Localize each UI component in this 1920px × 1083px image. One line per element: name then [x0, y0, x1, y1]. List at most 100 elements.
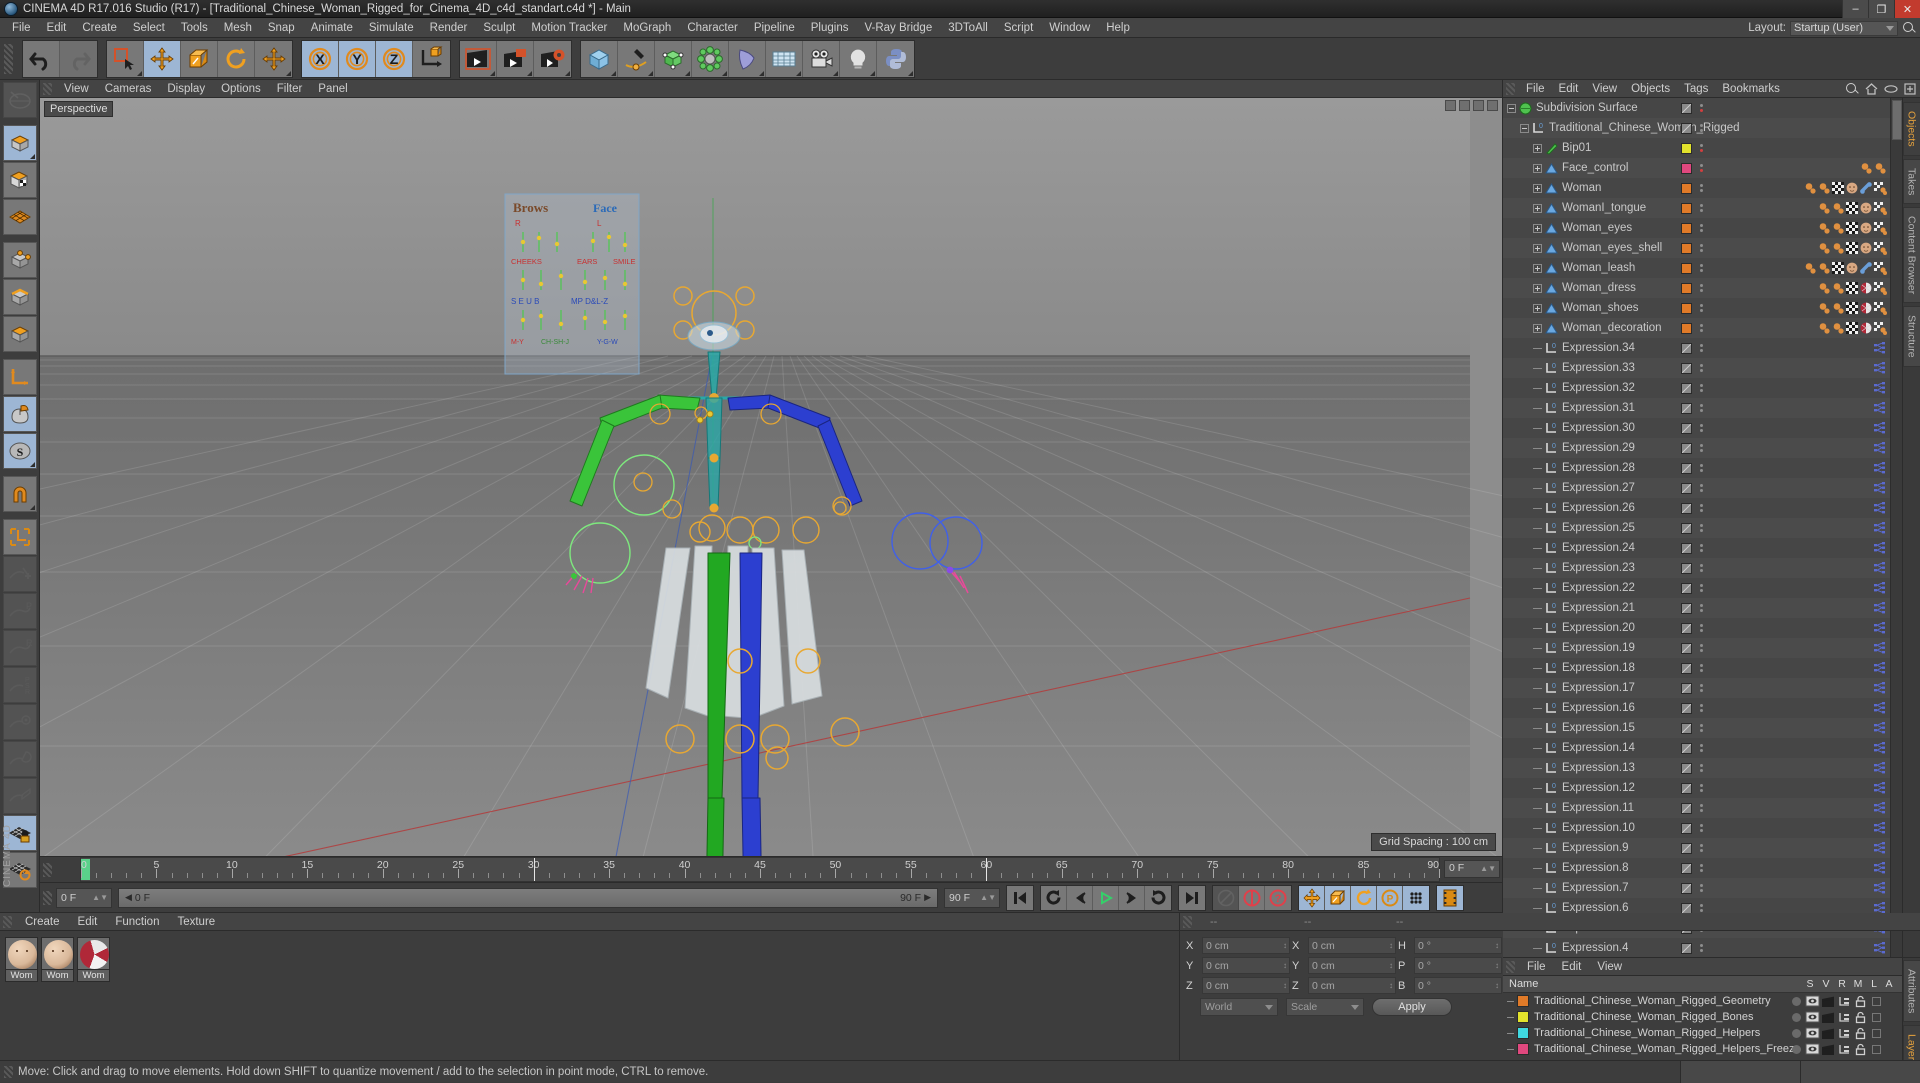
search-icon[interactable]: [1902, 21, 1916, 35]
minimize-button[interactable]: –: [1842, 0, 1868, 18]
go-to-start-button[interactable]: [1007, 886, 1033, 910]
bone-tag-icon[interactable]: [1860, 182, 1872, 194]
spinner-icon[interactable]: ▲▼: [1480, 864, 1496, 873]
points-mode-button[interactable]: [3, 242, 37, 278]
position-y-field[interactable]: 0 cm↕: [1202, 957, 1290, 974]
visibility-dots[interactable]: [1699, 938, 1704, 957]
animation-toggle[interactable]: [1868, 997, 1884, 1006]
redo-button[interactable]: [60, 41, 97, 77]
object-menu-tags[interactable]: Tags: [1677, 80, 1715, 98]
go-to-end-button[interactable]: [1179, 886, 1205, 910]
visibility-dots[interactable]: [1699, 158, 1704, 178]
object-row[interactable]: Woman_dress: [1503, 278, 1890, 298]
spinner-icon[interactable]: ↕: [1389, 941, 1393, 950]
object-row[interactable]: 0Expression.15: [1503, 718, 1890, 738]
xpresso-tag-icon[interactable]: [1874, 462, 1886, 474]
move-alt-button[interactable]: [255, 41, 292, 77]
sphere-tag-icon[interactable]: [1818, 202, 1830, 214]
skin-tag-icon[interactable]: [1846, 262, 1858, 274]
weight-tag-icon[interactable]: [1874, 282, 1886, 294]
layer-color-swatch[interactable]: [1681, 118, 1692, 138]
visibility-dots[interactable]: [1699, 718, 1704, 738]
transport-grip[interactable]: [43, 891, 52, 905]
visibility-dots[interactable]: [1699, 778, 1704, 798]
layer-row[interactable]: Traditional_Chinese_Woman_Rigged_Geometr…: [1503, 993, 1902, 1009]
record-active-objects-button[interactable]: [1239, 886, 1265, 910]
material-item[interactable]: Wom: [77, 937, 110, 982]
visibility-dots[interactable]: [1699, 318, 1704, 338]
viewport-move-icon[interactable]: [1445, 100, 1456, 111]
menu-item-animate[interactable]: Animate: [303, 18, 361, 38]
layer-color-swatch[interactable]: [1681, 298, 1692, 318]
menu-item-create[interactable]: Create: [74, 18, 125, 38]
object-row[interactable]: 0Expression.27: [1503, 478, 1890, 498]
object-row[interactable]: Face_control: [1503, 158, 1890, 178]
spinner-icon[interactable]: ↕: [1283, 981, 1287, 990]
object-tree-scrollbar[interactable]: [1890, 98, 1902, 957]
visibility-dots[interactable]: [1699, 338, 1704, 358]
xpresso-tag-icon[interactable]: [1874, 862, 1886, 874]
step-back-button[interactable]: [1067, 886, 1093, 910]
weight-tag-icon[interactable]: [1874, 242, 1886, 254]
spinner-icon[interactable]: ↕: [1495, 941, 1499, 950]
position-z-field[interactable]: 0 cm↕: [1202, 977, 1290, 994]
object-row[interactable]: Bip01: [1503, 138, 1890, 158]
xpresso-tag-icon[interactable]: [1874, 522, 1886, 534]
rotation-tool-button[interactable]: R: [3, 630, 37, 666]
menu-item-pipeline[interactable]: Pipeline: [746, 18, 803, 38]
visibility-dots[interactable]: [1699, 178, 1704, 198]
visibility-dots[interactable]: [1699, 678, 1704, 698]
menu-item-select[interactable]: Select: [125, 18, 173, 38]
spinner-icon[interactable]: ↕: [1389, 981, 1393, 990]
solo-toggle[interactable]: [1788, 1045, 1804, 1054]
sphere-tag-icon[interactable]: [1804, 262, 1816, 274]
window-controls[interactable]: – ❐ ✕: [1842, 0, 1920, 18]
visibility-dots[interactable]: [1699, 138, 1704, 158]
object-row[interactable]: 0Expression.20: [1503, 618, 1890, 638]
object-row[interactable]: 0Expression.30: [1503, 418, 1890, 438]
tree-expander[interactable]: [1533, 284, 1542, 293]
menu-item-snap[interactable]: Snap: [260, 18, 303, 38]
xpresso-tag-icon[interactable]: [1874, 502, 1886, 514]
visibility-dots[interactable]: [1699, 738, 1704, 758]
add-deformer-button[interactable]: [692, 41, 729, 77]
rotation-h-field[interactable]: 0 °↕: [1414, 937, 1502, 954]
tree-expander[interactable]: [1507, 104, 1516, 113]
skin-tag-icon[interactable]: [1860, 222, 1872, 234]
polygons-mode-button[interactable]: [3, 316, 37, 352]
viewport-menu-panel[interactable]: Panel: [310, 80, 355, 98]
layer-color-swatch[interactable]: [1681, 618, 1692, 638]
viewport-rotate-icon[interactable]: [1473, 100, 1484, 111]
xpresso-tag-icon[interactable]: [1874, 822, 1886, 834]
visibility-dots[interactable]: [1699, 498, 1704, 518]
close-button[interactable]: ✕: [1894, 0, 1920, 18]
layer-color-swatch[interactable]: [1681, 878, 1692, 898]
spinner-icon[interactable]: ↕: [1283, 941, 1287, 950]
xpresso-tag-icon[interactable]: [1874, 402, 1886, 414]
viewport-menu-grip[interactable]: [43, 83, 52, 95]
visibility-dots[interactable]: [1699, 98, 1704, 118]
object-row[interactable]: 0Expression.16: [1503, 698, 1890, 718]
enable-axis-modification-button[interactable]: [3, 396, 37, 432]
timeline-ruler[interactable]: 051015202530354045505560657075808590: [80, 857, 1440, 882]
menu-item-vray-bridge[interactable]: V-Ray Bridge: [856, 18, 940, 38]
preview-range-bar[interactable]: ◀ 0 F 90 F ▶: [118, 888, 938, 908]
manager-toggle[interactable]: [1836, 1028, 1852, 1039]
spinner-icon[interactable]: ↕: [1495, 981, 1499, 990]
material-item[interactable]: Wom: [5, 937, 38, 982]
add-cube-button[interactable]: [581, 41, 618, 77]
layer-color-swatch[interactable]: [1681, 438, 1692, 458]
object-row[interactable]: 0Expression.17: [1503, 678, 1890, 698]
xpresso-tag-icon[interactable]: [1874, 722, 1886, 734]
sphere-tag-icon[interactable]: [1818, 182, 1830, 194]
rotation-p-field[interactable]: 0 °↕: [1414, 957, 1502, 974]
object-row[interactable]: 0Expression.19: [1503, 638, 1890, 658]
layer-color-swatch[interactable]: [1681, 598, 1692, 618]
point-key-button[interactable]: [1403, 886, 1429, 910]
object-row[interactable]: 0Expression.10: [1503, 818, 1890, 838]
layer-color-swatch[interactable]: [1681, 238, 1692, 258]
menu-item-3dtoall[interactable]: 3DToAll: [940, 18, 996, 38]
layer-menu-edit[interactable]: Edit: [1554, 958, 1590, 976]
weight-tag-icon[interactable]: [1874, 182, 1886, 194]
soft-selection-button[interactable]: S: [3, 433, 37, 469]
